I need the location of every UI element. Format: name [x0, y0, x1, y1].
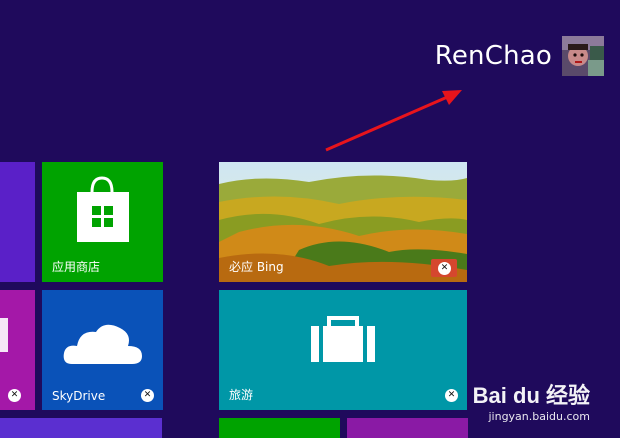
- tile-store[interactable]: 应用商店: [42, 162, 163, 282]
- notification-badge: ✕: [431, 259, 457, 277]
- tile-label-travel: 旅游: [229, 388, 254, 402]
- tile-label-skydrive: SkyDrive: [52, 389, 106, 403]
- close-icon[interactable]: ✕: [438, 262, 451, 275]
- close-icon[interactable]: ✕: [141, 389, 154, 402]
- tile-label-bing: 必应 Bing: [229, 260, 284, 274]
- close-icon[interactable]: ✕: [445, 389, 458, 402]
- tile-partial-bottom[interactable]: [0, 418, 162, 438]
- watermark-url: jingyan.baidu.com: [488, 410, 590, 423]
- tile-partial-green[interactable]: [219, 418, 340, 438]
- tile-partial-magenta[interactable]: ✕: [0, 290, 35, 410]
- close-icon[interactable]: ✕: [8, 389, 21, 402]
- tile-label-store: 应用商店: [52, 260, 101, 274]
- tile-partial-purple[interactable]: [0, 162, 35, 282]
- suitcase-icon: [311, 316, 375, 362]
- watermark-logo: Bai du 经验: [472, 383, 590, 408]
- baidu-watermark: Bai du 经验 jingyan.baidu.com: [473, 378, 590, 423]
- tile-skydrive[interactable]: SkyDrive ✕: [42, 290, 163, 410]
- tile-partial-purple-2[interactable]: [347, 418, 468, 438]
- tile-bing[interactable]: 必应 Bing ✕: [219, 162, 467, 282]
- tile-travel[interactable]: 旅游 ✕: [219, 290, 467, 410]
